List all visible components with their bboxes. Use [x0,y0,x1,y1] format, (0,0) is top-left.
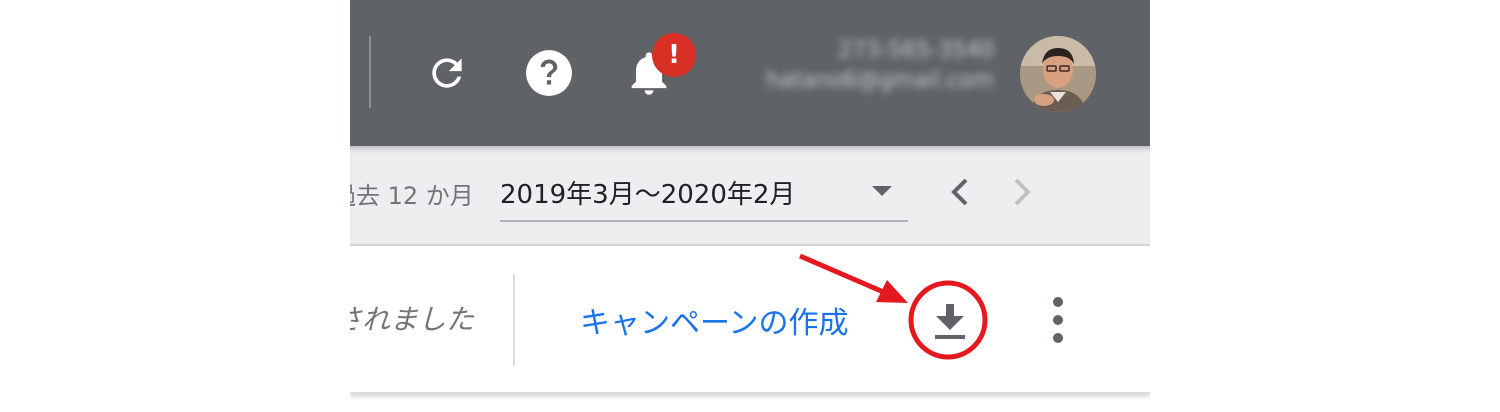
date-range-preset-label: 過去 12 か月 [350,182,474,210]
help-icon [526,50,572,96]
next-period-button[interactable] [1006,174,1036,210]
date-range-bar: 過去 12 か月 2019年3月～2020年2月 [350,146,1150,246]
chevron-left-icon [951,178,968,206]
caret-down-icon [872,186,892,196]
topbar-divider [369,36,371,108]
download-button[interactable] [920,292,980,352]
date-range-value: 2019年3月～2020年2月 [500,180,796,210]
account-id: 273-565-3540 [838,38,994,63]
download-icon [935,304,965,339]
avatar[interactable] [1020,36,1096,112]
table-toolbar: されました キャンペーンの作成 [350,246,1150,394]
refresh-button[interactable] [422,48,472,98]
create-campaign-link[interactable]: キャンペーンの作成 [580,298,849,342]
toolbar-divider [513,274,515,366]
previous-period-button[interactable] [946,174,976,210]
status-message: されました [350,303,475,336]
account-email: hatano6@gmail.com [765,68,994,93]
top-app-bar: ! 273-565-3540 hatano6@gmail.com [350,0,1150,146]
date-range-dropdown[interactable]: 2019年3月～2020年2月 [500,168,908,222]
screenshot-crop: ! 273-565-3540 hatano6@gmail.com 過去 12 か… [350,0,1150,400]
account-info: 273-565-3540 hatano6@gmail.com [718,36,994,96]
notification-badge: ! [652,33,696,77]
chevron-right-icon [1014,178,1031,206]
refresh-icon [432,58,462,88]
more-options-button[interactable] [1040,294,1076,346]
help-button[interactable] [524,48,574,98]
more-vert-icon [1053,297,1063,343]
avatar-photo [1020,36,1096,112]
